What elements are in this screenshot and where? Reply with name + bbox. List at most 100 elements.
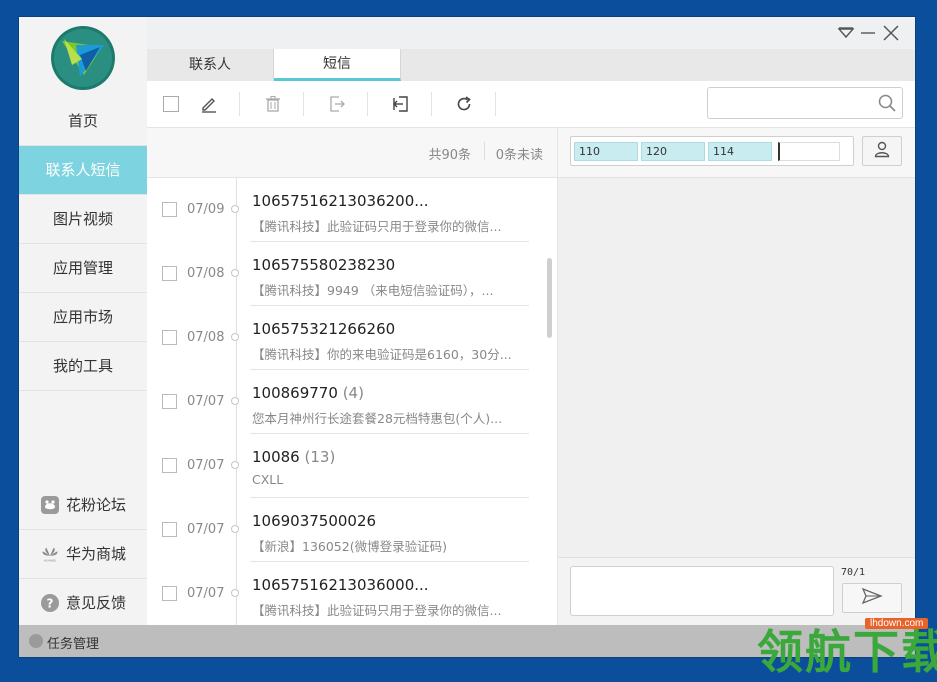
tab-sms[interactable]: 短信	[274, 49, 401, 81]
list-item[interactable]: 07/07 10657516213036000... 【腾讯科技】此验证码只用于…	[147, 562, 547, 625]
sidebar-nav: 首页 联系人短信 图片视频 应用管理 应用市场 我的工具	[19, 97, 147, 391]
tab-label: 联系人	[189, 57, 231, 73]
sms-list-header: 共90条 0条未读	[147, 128, 558, 178]
sidebar-item-huawei-store[interactable]: HUAWEI 华为商城	[19, 530, 147, 579]
message-sender: 1069037500026	[252, 512, 376, 530]
message-preview: 【腾讯科技】你的来电验证码是6160，30分...	[252, 347, 512, 362]
message-sender: 10657516213036200...	[252, 192, 429, 210]
sender-number: 106575580238230	[252, 256, 396, 274]
timeline-dot	[231, 397, 239, 405]
row-checkbox[interactable]	[162, 202, 177, 217]
tab-contacts[interactable]: 联系人	[147, 49, 274, 81]
char-counter: 70/1	[841, 567, 866, 578]
import-icon[interactable]	[391, 94, 411, 114]
sidebar-item-label: 联系人短信	[45, 161, 121, 179]
sidebar-item-feedback[interactable]: ? 意见反馈	[19, 579, 147, 627]
refresh-icon[interactable]	[454, 94, 474, 114]
message-date: 07/08	[187, 330, 225, 345]
select-contact-button[interactable]	[862, 136, 902, 166]
forum-icon	[40, 495, 60, 515]
app-window: 首页 联系人短信 图片视频 应用管理 应用市场 我的工具 花粉论坛 HUAWEI…	[19, 17, 915, 657]
sidebar-item-label: 应用市场	[52, 308, 113, 326]
sidebar-item-contacts-sms[interactable]: 联系人短信	[19, 146, 147, 195]
row-checkbox[interactable]	[162, 522, 177, 537]
list-item[interactable]: 07/08 106575580238230 【腾讯科技】9949 （来电短信验证…	[147, 242, 547, 306]
message-sender: 10086 (13)	[252, 448, 335, 466]
sidebar-item-label: 意见反馈	[65, 594, 126, 612]
row-checkbox[interactable]	[162, 586, 177, 601]
help-icon: ?	[40, 593, 60, 613]
task-manager-icon[interactable]	[29, 634, 43, 648]
row-checkbox[interactable]	[162, 266, 177, 281]
total-count: 共90条	[428, 148, 471, 163]
watermark: 领航下载 lhdown.com	[757, 612, 937, 679]
sidebar-item-home[interactable]: 首页	[19, 97, 147, 146]
sidebar-item-app-management[interactable]: 应用管理	[19, 244, 147, 293]
list-item[interactable]: 07/09 10657516213036200... 【腾讯科技】此验证码只用于…	[147, 178, 547, 242]
message-preview: 【新浪】136052(微博登录验证码)	[252, 539, 447, 554]
recipient-chip[interactable]: 110	[574, 142, 638, 161]
send-button[interactable]	[842, 583, 902, 613]
thread-count: (13)	[304, 448, 336, 466]
person-icon	[873, 140, 891, 162]
sidebar-item-forum[interactable]: 花粉论坛	[19, 481, 147, 530]
message-date: 07/08	[187, 266, 225, 281]
message-sender: 106575321266260	[252, 320, 395, 338]
message-date: 07/07	[187, 522, 225, 537]
toolbar-divider	[431, 92, 432, 116]
count-divider	[484, 142, 485, 160]
toolbar-divider	[495, 92, 496, 116]
row-checkbox[interactable]	[162, 394, 177, 409]
thread-count: (4)	[342, 384, 364, 402]
toolbar-divider	[239, 92, 240, 116]
sidebar-item-photos-videos[interactable]: 图片视频	[19, 195, 147, 244]
huawei-logo-text: HUAWEI	[44, 559, 56, 563]
tab-label: 短信	[323, 56, 351, 72]
search-input[interactable]	[716, 89, 880, 119]
huawei-logo-icon: HUAWEI	[40, 544, 60, 564]
title-bar	[147, 17, 915, 49]
message-preview: 【腾讯科技】此验证码只用于登录你的微信...	[252, 603, 502, 618]
sidebar-item-app-market[interactable]: 应用市场	[19, 293, 147, 342]
sender-number: 106575321266260	[252, 320, 396, 338]
message-sender: 10657516213036000...	[252, 576, 429, 594]
sidebar-item-label: 应用管理	[52, 259, 113, 277]
recipient-bar: 110 120 114	[558, 128, 915, 178]
close-icon[interactable]	[882, 24, 900, 42]
sidebar-bottom-nav: 花粉论坛 HUAWEI 华为商城 ? 意见反馈	[19, 481, 147, 627]
list-item[interactable]: 07/07 100869770 (4) 您本月神州行长途套餐28元档特惠包(个人…	[147, 370, 547, 434]
unread-count: 0条未读	[495, 148, 543, 163]
delete-icon[interactable]	[263, 94, 283, 114]
message-sender: 100869770 (4)	[252, 384, 364, 402]
sidebar-item-label: 花粉论坛	[65, 496, 126, 514]
recipient-field[interactable]: 110 120 114	[570, 136, 854, 166]
search-box	[707, 87, 903, 119]
watermark-tag: lhdown.com	[865, 618, 929, 629]
app-logo-icon	[50, 25, 116, 91]
list-scrollbar[interactable]	[547, 258, 552, 338]
sender-number: 10657516213036200...	[252, 192, 429, 210]
list-item[interactable]: 07/07 1069037500026 【新浪】136052(微博登录验证码)	[147, 498, 547, 562]
recipient-input[interactable]	[778, 142, 840, 161]
message-date: 07/07	[187, 458, 225, 473]
export-icon[interactable]	[327, 94, 347, 114]
recipient-chip[interactable]: 120	[641, 142, 705, 161]
select-all-checkbox[interactable]	[161, 94, 181, 114]
list-item[interactable]: 07/08 106575321266260 【腾讯科技】你的来电验证码是6160…	[147, 306, 547, 370]
message-preview: 【腾讯科技】此验证码只用于登录你的微信...	[252, 219, 502, 234]
list-item[interactable]: 07/07 10086 (13) CXLL	[147, 434, 547, 498]
timeline-dot	[231, 205, 239, 213]
task-manager-link[interactable]: 任务管理	[47, 633, 99, 652]
sms-list: 07/09 10657516213036200... 【腾讯科技】此验证码只用于…	[147, 178, 558, 625]
menu-dropdown-icon[interactable]	[837, 24, 855, 42]
sender-number: 100869770	[252, 384, 338, 402]
minimize-icon[interactable]	[859, 24, 877, 42]
message-date: 07/07	[187, 394, 225, 409]
sidebar-item-my-tools[interactable]: 我的工具	[19, 342, 147, 391]
recipient-chip[interactable]: 114	[708, 142, 772, 161]
compose-icon[interactable]	[199, 94, 219, 114]
message-input[interactable]	[570, 566, 834, 616]
row-checkbox[interactable]	[162, 458, 177, 473]
search-icon[interactable]	[878, 94, 896, 116]
row-checkbox[interactable]	[162, 330, 177, 345]
